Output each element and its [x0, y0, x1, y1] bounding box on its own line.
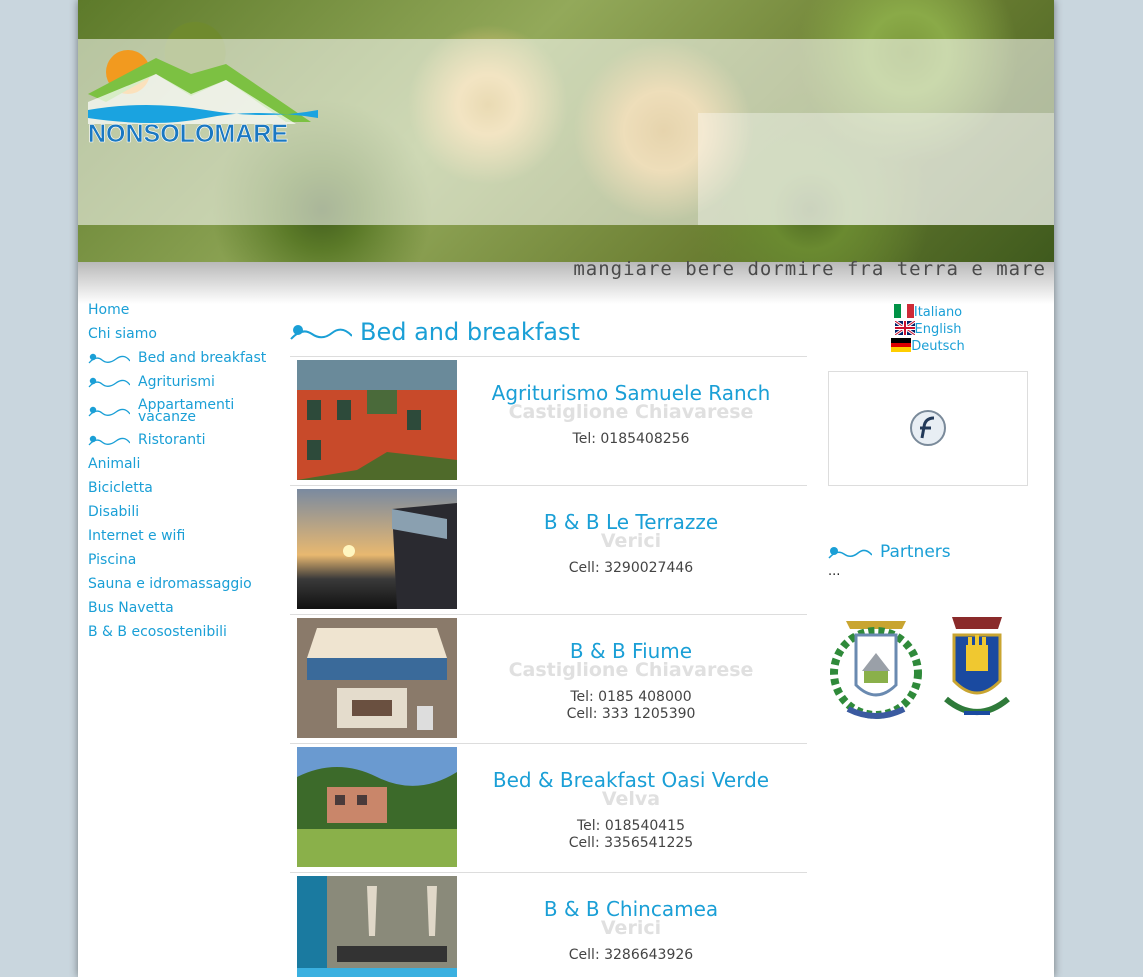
listing-item[interactable]: Agriturismo Samuele Ranch Castiglione Ch…	[290, 357, 807, 486]
listing-phone: Tel: 0185408256	[572, 431, 690, 447]
partners-heading: Partners	[828, 542, 1028, 562]
wave-icon	[88, 406, 130, 417]
menu-item-bicicletta[interactable]: Bicicletta	[88, 476, 288, 500]
listing-phone: Cell: 3290027446	[568, 560, 694, 576]
flag-italy-icon	[893, 304, 914, 318]
listing-photo[interactable]	[297, 618, 457, 738]
menu-item-home[interactable]: Home	[88, 298, 288, 322]
menu-item-piscina[interactable]: Piscina	[88, 548, 288, 572]
listing-phone: Cell: 3286643926	[568, 947, 694, 963]
partners-text: ...	[828, 564, 841, 579]
listing-photo[interactable]	[297, 747, 457, 867]
municipality-crest-1[interactable]	[828, 613, 924, 729]
listing-photo[interactable]	[297, 360, 457, 480]
listing-phone: Tel: 018540415 Cell: 3356541225	[568, 818, 694, 851]
page-heading: Bed and breakfast	[290, 308, 807, 357]
listing-photo[interactable]	[297, 876, 457, 977]
flag-germany-icon	[891, 338, 912, 352]
wave-icon	[88, 435, 130, 446]
menu-item-animali[interactable]: Animali	[88, 452, 288, 476]
wave-icon	[828, 547, 872, 559]
listing-place: Castiglione Chiavarese	[508, 659, 754, 681]
left-menu: Home Chi siamo Bed and breakfast Agritur…	[88, 298, 288, 644]
main-content: Bed and breakfast Agriturismo Samuele Ra…	[290, 308, 807, 977]
flag-uk-icon	[894, 321, 915, 335]
menu-item-appartamenti-vacanze[interactable]: Appartamenti vacanze	[88, 394, 288, 428]
language-option-english[interactable]: English	[828, 321, 1028, 338]
menu-item-bus-navetta[interactable]: Bus Navetta	[88, 596, 288, 620]
listing-place: Verici	[600, 917, 662, 939]
listing-place: Castiglione Chiavarese	[508, 401, 754, 423]
right-column: Italiano English Deutsch Partners ...	[828, 304, 1028, 753]
menu-item-bb-ecosostenibili[interactable]: B & B ecosostenibili	[88, 620, 288, 644]
menu-item-disabili[interactable]: Disabili	[88, 500, 288, 524]
nonsolomare-logo[interactable]: NONSOLOMARE	[86, 44, 318, 148]
header-banner: NONSOLOMARE	[78, 0, 1054, 262]
municipality-crest-2[interactable]	[934, 613, 1020, 729]
listing-item[interactable]: B & B Chincamea Verici Cell: 3286643926	[290, 873, 807, 977]
page: NONSOLOMARE mangiare bere dormire fra te…	[78, 0, 1054, 977]
listing-item[interactable]: Bed & Breakfast Oasi Verde Velva Tel: 01…	[290, 744, 807, 873]
language-option-italiano[interactable]: Italiano	[828, 304, 1028, 321]
wave-icon	[290, 325, 352, 340]
tagline: mangiare bere dormire fra terra e mare	[573, 258, 1046, 280]
wave-icon	[88, 353, 130, 364]
wave-icon	[88, 377, 130, 388]
flash-plugin-icon	[910, 410, 946, 446]
menu-item-internet-e-wifi[interactable]: Internet e wifi	[88, 524, 288, 548]
menu-item-ristoranti[interactable]: Ristoranti	[88, 428, 288, 452]
menu-item-chi-siamo[interactable]: Chi siamo	[88, 322, 288, 346]
listing-place: Verici	[600, 530, 662, 552]
menu-item-agriturismi[interactable]: Agriturismi	[88, 370, 288, 394]
menu-item-bed-and-breakfast[interactable]: Bed and breakfast	[88, 346, 288, 370]
listing-photo[interactable]	[297, 489, 457, 609]
listing-item[interactable]: B & B Le Terrazze Verici Cell: 329002744…	[290, 486, 807, 615]
listing-item[interactable]: B & B Fiume Castiglione Chiavarese Tel: …	[290, 615, 807, 744]
svg-text:NONSOLOMARE: NONSOLOMARE	[88, 120, 288, 148]
flash-placeholder[interactable]	[828, 371, 1028, 486]
language-option-deutsch[interactable]: Deutsch	[828, 338, 1028, 355]
language-switcher: Italiano English Deutsch	[828, 304, 1028, 355]
menu-item-sauna[interactable]: Sauna e idromassaggio	[88, 572, 288, 596]
page-title: Bed and breakfast	[360, 318, 580, 346]
listing-phone: Tel: 0185 408000 Cell: 333 1205390	[566, 689, 696, 722]
partners-title: Partners	[880, 542, 951, 562]
partner-crests	[828, 613, 1028, 753]
